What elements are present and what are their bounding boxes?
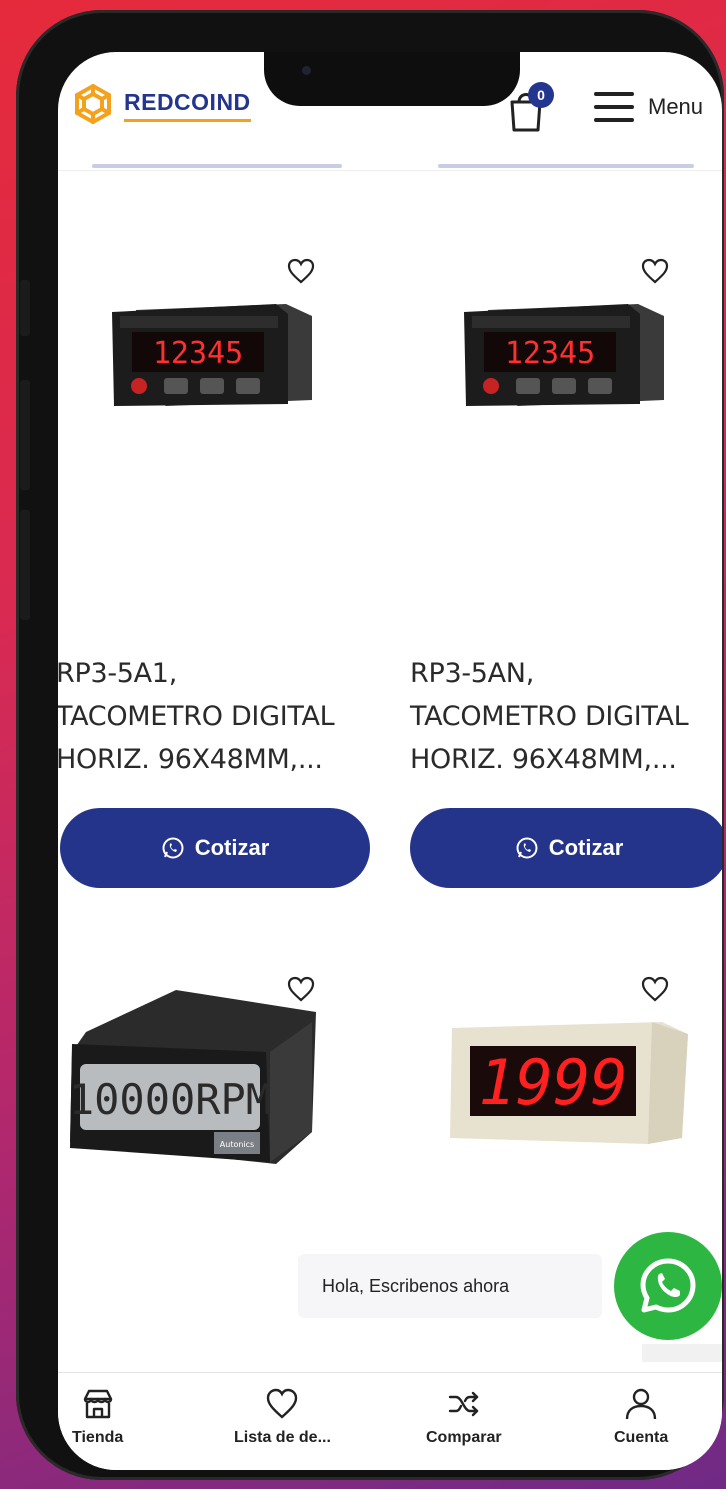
cotizar-label: Cotizar	[548, 835, 624, 860]
whatsapp-chat-button[interactable]	[614, 1232, 722, 1340]
nav-label: Cuenta	[614, 1429, 669, 1446]
previous-button-edge	[438, 164, 694, 168]
whatsapp-icon	[162, 837, 184, 859]
user-icon	[625, 1388, 657, 1420]
cotizar-label: Cotizar	[194, 835, 270, 860]
menu-label: Menu	[648, 94, 704, 119]
nav-compare[interactable]: Comparar	[426, 1387, 502, 1447]
recaptcha-badge	[642, 1344, 722, 1362]
svg-text:12345: 12345	[505, 336, 595, 371]
nav-wishlist[interactable]: Lista de de...	[234, 1387, 331, 1447]
whatsapp-icon	[640, 1258, 696, 1313]
whatsapp-icon	[516, 837, 538, 859]
notch	[264, 52, 520, 106]
heart-icon	[267, 1388, 298, 1419]
product-title[interactable]: RP3-5A1, TACOMETRO DIGITAL HORIZ. 96X48M…	[58, 652, 335, 781]
screen: REDCOIND 0 Menu 12345 RP3-5A1, TACOMETRO…	[58, 52, 722, 1470]
product-image[interactable]: 10000RPM Autonics	[66, 982, 316, 1172]
bottom-nav: Tienda Lista de de... Comparar Cuenta	[58, 1372, 722, 1470]
nav-account[interactable]: Cuenta	[614, 1387, 668, 1447]
product-image[interactable]: 1999	[442, 1018, 692, 1148]
previous-button-edge	[92, 164, 342, 168]
nav-tienda[interactable]: Tienda	[72, 1387, 123, 1447]
nav-label: Comparar	[426, 1429, 502, 1446]
menu-button[interactable]: Menu	[594, 92, 703, 122]
logo-icon	[75, 83, 111, 125]
phone-volume-down	[20, 510, 30, 620]
svg-text:10000RPM: 10000RPM	[69, 1075, 271, 1124]
phone-side-button	[20, 280, 30, 336]
nav-label: Tienda	[72, 1429, 124, 1446]
cart-count-badge: 0	[528, 82, 554, 108]
svg-text:1999: 1999	[478, 1046, 627, 1119]
logo-text: REDCOIND	[124, 89, 251, 122]
shuffle-icon	[448, 1391, 478, 1417]
store-icon	[83, 1389, 112, 1419]
svg-text:12345: 12345	[153, 336, 243, 371]
phone-volume-up	[20, 380, 30, 490]
phone-frame: REDCOIND 0 Menu 12345 RP3-5A1, TACOMETRO…	[16, 10, 724, 1480]
wishlist-heart-icon[interactable]	[640, 974, 670, 1004]
svg-text:Autonics: Autonics	[220, 1140, 254, 1149]
hamburger-icon	[594, 92, 634, 122]
product-title[interactable]: RP3-5AN, TACOMETRO DIGITAL HORIZ. 96X48M…	[410, 652, 689, 781]
cotizar-button[interactable]: Cotizar	[60, 808, 370, 888]
chat-bubble[interactable]: Hola, Escribenos ahora	[298, 1254, 602, 1318]
nav-label: Lista de de...	[234, 1429, 331, 1446]
header-divider	[58, 170, 722, 171]
logo[interactable]: REDCOIND	[70, 82, 251, 128]
product-image[interactable]: 12345	[106, 282, 316, 412]
product-image[interactable]: 12345	[458, 282, 668, 412]
chat-bubble-text: Hola, Escribenos ahora	[322, 1275, 510, 1296]
cotizar-button[interactable]: Cotizar	[410, 808, 722, 888]
